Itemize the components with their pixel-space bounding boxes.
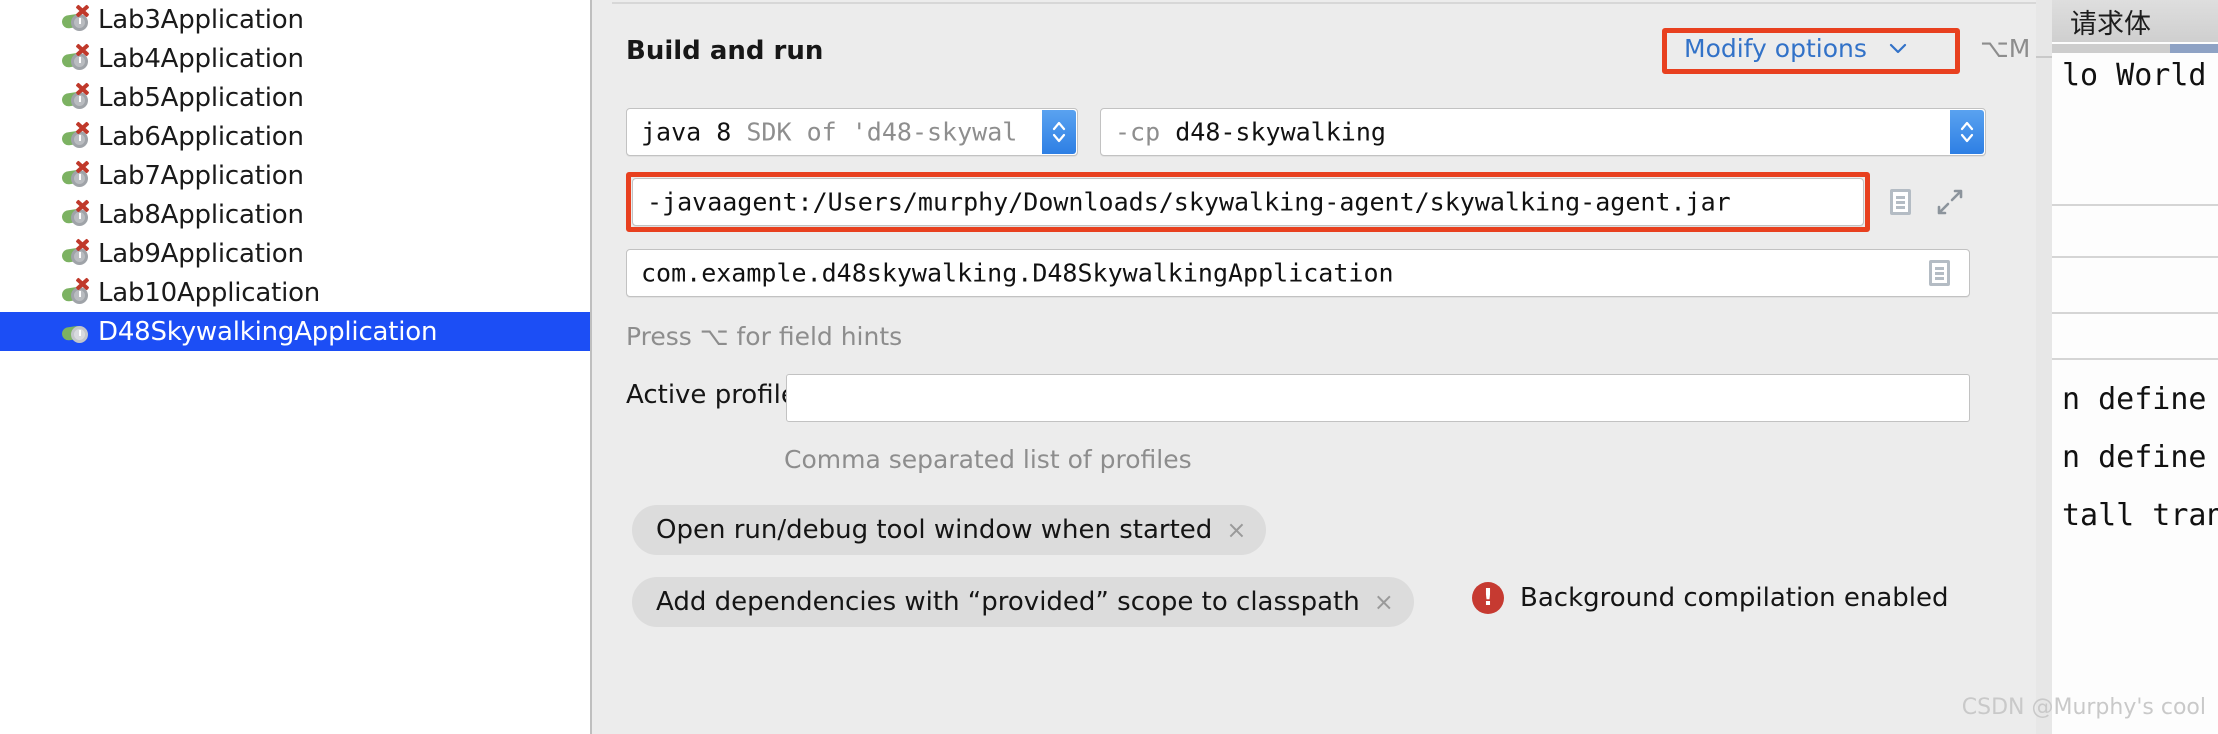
horizontal-scrollbar-thumb[interactable] — [2170, 44, 2218, 53]
chevron-down-icon[interactable] — [1889, 40, 1907, 58]
vm-options-actions — [1884, 178, 1970, 226]
sidebar-item-label: Lab8Application — [98, 199, 304, 230]
main-class-value: com.example.d48skywalking.D48SkywalkingA… — [641, 258, 1394, 288]
jdk-value: java 8 SDK of 'd48-skywal — [641, 117, 1018, 147]
chip-open-run-debug-tool-window[interactable]: Open run/debug tool window when started … — [632, 505, 1267, 555]
watermark: CSDN @Murphy's cool — [1961, 695, 2206, 720]
modify-options-shortcut: ⌥M — [1980, 34, 2031, 63]
jdk-combo[interactable]: java 8 SDK of 'd48-skywal — [626, 108, 1078, 156]
active-profiles-hint: Comma separated list of profiles — [784, 445, 1192, 474]
expand-arrows-icon[interactable] — [1936, 188, 1964, 216]
error-badge-symbol: ! — [1482, 584, 1494, 611]
build-and-run-panel: Build and run Modify options ⌥M java 8 S… — [592, 0, 2052, 734]
classpath-value: -cp d48-skywalking — [1115, 117, 1386, 147]
sidebar-item-lab6application[interactable]: Lab6Application — [0, 117, 592, 156]
spring-boot-invalid-icon — [61, 276, 92, 308]
spring-boot-invalid-icon — [61, 237, 92, 269]
main-class-input[interactable]: com.example.d48skywalking.D48SkywalkingA… — [626, 249, 1970, 297]
sidebar-item-label: Lab5Application — [98, 82, 304, 113]
console-separator — [2052, 204, 2218, 206]
sidebar-item-d48skywalkingapplication[interactable]: D48SkywalkingApplication — [0, 312, 592, 351]
stepper-up-down-icon[interactable] — [1042, 110, 1076, 154]
run-configuration-dialog: Lab3Application Lab4Application Lab5Appl… — [0, 0, 2218, 734]
background-window-tabbar[interactable]: 请求体 — [2052, 0, 2218, 42]
error-exclamation-icon: ! — [1472, 582, 1504, 614]
sidebar-item-label: Lab7Application — [98, 160, 304, 191]
status-text: Background compilation enabled — [1520, 583, 1949, 613]
field-hints-text: Press ⌥ for field hints — [626, 322, 903, 351]
console-line: n define — [2062, 440, 2207, 475]
modify-options-link[interactable]: Modify options — [1684, 34, 1867, 63]
background-window-edge — [2036, 0, 2052, 734]
sidebar-item-label: Lab9Application — [98, 238, 304, 269]
console-line: tall tran — [2062, 498, 2218, 533]
chip-add-provided-scope-dependencies[interactable]: Add dependencies with “provided” scope t… — [632, 577, 1414, 627]
console-separator — [2052, 256, 2218, 258]
sidebar-item-label: Lab6Application — [98, 121, 304, 152]
sidebar-item-label: Lab3Application — [98, 4, 304, 35]
spring-boot-invalid-icon — [61, 198, 92, 230]
close-icon[interactable]: × — [1226, 518, 1246, 542]
tab-request-body[interactable]: 请求体 — [2070, 2, 2151, 41]
stepper-up-down-icon[interactable] — [1950, 110, 1984, 154]
sidebar-item-lab3application[interactable]: Lab3Application — [0, 0, 592, 39]
sidebar-item-lab10application[interactable]: Lab10Application — [0, 273, 592, 312]
sidebar-item-label: D48SkywalkingApplication — [98, 316, 438, 347]
console-line: n define — [2062, 382, 2207, 417]
vm-options-input[interactable]: -javaagent:/Users/murphy/Downloads/skywa… — [632, 178, 1864, 226]
document-lines-icon[interactable] — [1929, 260, 1950, 286]
sidebar-item-lab9application[interactable]: Lab9Application — [0, 234, 592, 273]
spring-boot-invalid-icon — [61, 81, 92, 113]
active-profiles-input[interactable] — [786, 374, 1970, 422]
background-window-edge-line — [2036, 56, 2052, 58]
close-icon[interactable]: × — [1374, 590, 1394, 614]
sidebar-item-lab5application[interactable]: Lab5Application — [0, 78, 592, 117]
spring-boot-icon — [61, 317, 92, 347]
console-separator — [2052, 312, 2218, 314]
chip-label: Open run/debug tool window when started — [656, 515, 1213, 545]
sidebar-item-lab7application[interactable]: Lab7Application — [0, 156, 592, 195]
run-configurations-tree[interactable]: Lab3Application Lab4Application Lab5Appl… — [0, 0, 592, 734]
document-lines-icon[interactable] — [1890, 189, 1911, 215]
spring-boot-invalid-icon — [61, 42, 92, 74]
background-window[interactable]: 请求体 lo World n define n define tall tran — [2052, 0, 2218, 734]
section-title: Build and run — [626, 36, 824, 66]
spring-boot-invalid-icon — [61, 120, 92, 152]
chip-label: Add dependencies with “provided” scope t… — [656, 587, 1360, 617]
sidebar-item-lab4application[interactable]: Lab4Application — [0, 39, 592, 78]
console-separator — [2052, 358, 2218, 360]
spring-boot-invalid-icon — [61, 3, 92, 35]
console-line: lo World — [2062, 58, 2207, 93]
classpath-combo[interactable]: -cp d48-skywalking — [1100, 108, 1986, 156]
sidebar-item-label: Lab4Application — [98, 43, 304, 74]
sidebar-item-label: Lab10Application — [98, 277, 321, 308]
vm-options-value: -javaagent:/Users/murphy/Downloads/skywa… — [647, 187, 1731, 217]
spring-boot-invalid-icon — [61, 159, 92, 191]
sidebar-item-lab8application[interactable]: Lab8Application — [0, 195, 592, 234]
